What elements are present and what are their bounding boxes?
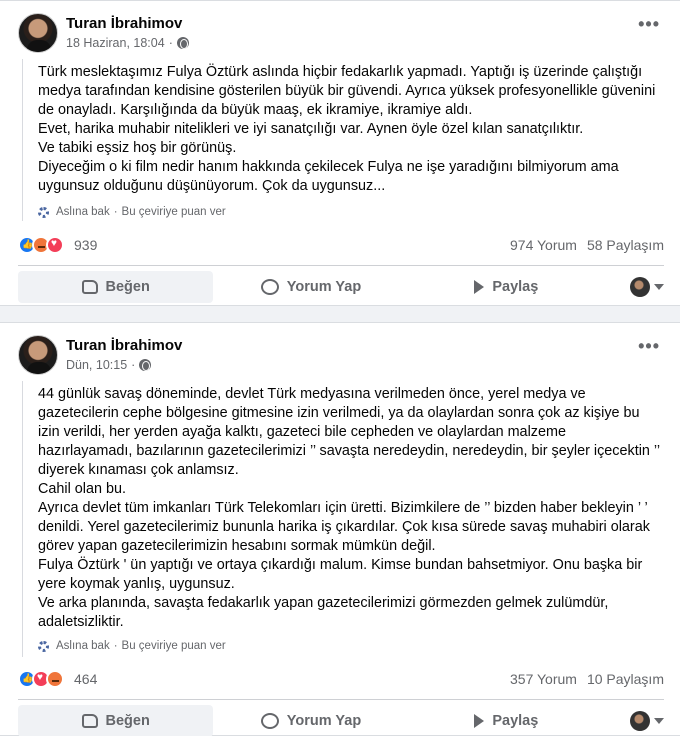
author-name[interactable]: Turan İbrahimov xyxy=(66,337,182,354)
post-date[interactable]: 18 Haziran, 18:04 xyxy=(66,36,165,50)
engagement-stats: 357 Yorum 10 Paylaşım xyxy=(510,671,664,687)
reaction-summary[interactable]: 464 xyxy=(18,670,97,688)
gear-icon xyxy=(38,640,49,652)
comment-icon xyxy=(260,279,279,295)
reaction-bar: 464 357 Yorum 10 Paylaşım xyxy=(18,668,664,690)
share-icon xyxy=(474,280,485,294)
like-button-label: Beğen xyxy=(105,713,150,729)
comment-count[interactable]: 974 Yorum xyxy=(510,237,577,253)
separator: · xyxy=(113,206,118,218)
see-original-link[interactable]: Aslına bak xyxy=(56,206,110,218)
share-button-label: Paylaş xyxy=(492,713,539,729)
post-paragraph: Ve arka planında, savaşta fedakarlık yap… xyxy=(38,595,613,630)
divider xyxy=(18,699,664,700)
rate-translation-link[interactable]: Bu çeviriye puan ver xyxy=(122,640,226,652)
share-button-label: Paylaş xyxy=(492,279,539,295)
react-as-menu[interactable] xyxy=(604,271,664,303)
translation-links: Aslına bak · Bu çeviriye puan ver xyxy=(38,206,226,218)
reaction-summary[interactable]: 939 xyxy=(18,236,97,254)
quote-bar xyxy=(22,381,23,657)
share-count[interactable]: 10 Paylaşım xyxy=(587,671,664,687)
post-paragraph: Ve tabiki eşsiz hoş bir görünüş. xyxy=(38,140,237,156)
engagement-stats: 974 Yorum 58 Paylaşım xyxy=(510,237,664,253)
quote-bar xyxy=(22,59,23,221)
gear-icon xyxy=(38,206,49,218)
comment-icon xyxy=(260,713,279,729)
comment-button[interactable]: Yorum Yap xyxy=(213,705,408,736)
share-button[interactable]: Paylaş xyxy=(409,271,604,303)
chevron-down-icon xyxy=(653,284,664,290)
like-button[interactable]: Beğen xyxy=(18,705,214,736)
rate-translation-link[interactable]: Bu çeviriye puan ver xyxy=(122,206,226,218)
separator: · xyxy=(113,640,118,652)
post-date[interactable]: Dün, 10:15 xyxy=(66,358,127,372)
avatar xyxy=(629,711,650,731)
post-text: Türk meslektaşımız Fulya Öztürk aslında … xyxy=(38,63,664,196)
action-bar: Beğen Yorum Yap Paylaş xyxy=(18,270,664,304)
reaction-count[interactable]: 464 xyxy=(74,671,97,687)
reaction-count[interactable]: 939 xyxy=(74,237,97,253)
like-button[interactable]: Beğen xyxy=(18,271,214,303)
comment-button-label: Yorum Yap xyxy=(286,713,362,729)
separator: · xyxy=(131,358,136,372)
more-options-icon[interactable]: ••• xyxy=(638,337,660,355)
comment-count[interactable]: 357 Yorum xyxy=(510,671,577,687)
thumbs-up-icon xyxy=(81,714,98,728)
avatar xyxy=(629,277,650,297)
author-name[interactable]: Turan İbrahimov xyxy=(66,15,182,32)
action-bar: Beğen Yorum Yap Paylaş xyxy=(18,704,664,736)
post-paragraph: 44 günlük savaş döneminde, devlet Türk m… xyxy=(38,386,664,478)
divider xyxy=(18,265,664,266)
post-meta: Dün, 10:15 · xyxy=(66,358,152,372)
more-options-icon[interactable]: ••• xyxy=(638,15,660,33)
post-card: Turan İbrahimov 18 Haziran, 18:04 · ••• … xyxy=(0,0,680,306)
angry-reaction-icon xyxy=(46,670,64,688)
react-as-menu[interactable] xyxy=(604,705,664,736)
post-paragraph: Fulya Öztürk ' ün yaptığı ve ortaya çıka… xyxy=(38,557,647,592)
reaction-bar: 939 974 Yorum 58 Paylaşım xyxy=(18,234,664,256)
globe-icon xyxy=(176,37,189,49)
see-original-link[interactable]: Aslına bak xyxy=(56,640,110,652)
author-avatar[interactable] xyxy=(18,335,58,375)
comment-button-label: Yorum Yap xyxy=(286,279,362,295)
comment-button[interactable]: Yorum Yap xyxy=(213,271,408,303)
like-button-label: Beğen xyxy=(105,279,150,295)
post-paragraph: Diyeceğim o ki film nedir hanım hakkında… xyxy=(38,159,623,194)
love-reaction-icon xyxy=(46,236,64,254)
separator: · xyxy=(168,36,173,50)
post-meta: 18 Haziran, 18:04 · xyxy=(66,36,189,50)
post-card: Turan İbrahimov Dün, 10:15 · ••• 44 günl… xyxy=(0,322,680,736)
translation-links: Aslına bak · Bu çeviriye puan ver xyxy=(38,640,226,652)
post-paragraph: Ayrıca devlet tüm imkanları Türk Telekom… xyxy=(38,500,654,554)
post-text: 44 günlük savaş döneminde, devlet Türk m… xyxy=(38,385,664,632)
share-icon xyxy=(474,714,485,728)
share-button[interactable]: Paylaş xyxy=(409,705,604,736)
author-avatar[interactable] xyxy=(18,13,58,53)
post-paragraph: Türk meslektaşımız Fulya Öztürk aslında … xyxy=(38,64,660,118)
post-paragraph: Evet, harika muhabir nitelikleri ve iyi … xyxy=(38,121,584,137)
share-count[interactable]: 58 Paylaşım xyxy=(587,237,664,253)
thumbs-up-icon xyxy=(81,280,98,294)
globe-icon xyxy=(139,359,152,371)
chevron-down-icon xyxy=(653,718,664,724)
post-paragraph: Cahil olan bu. xyxy=(38,481,127,497)
